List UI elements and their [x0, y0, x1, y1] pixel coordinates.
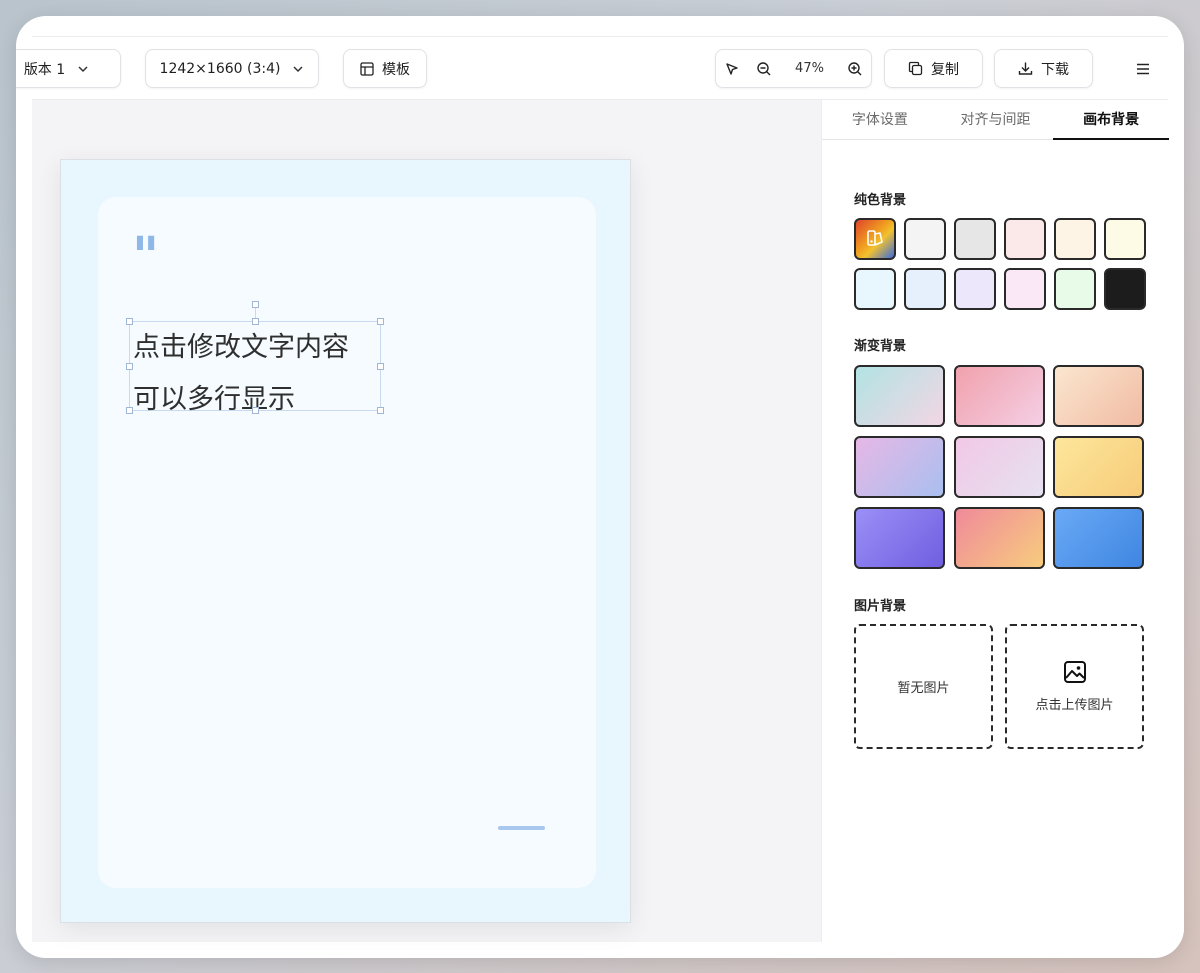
upload-image-label: 点击上传图片	[1035, 698, 1114, 713]
text-line-1[interactable]: 点击修改文字内容	[130, 322, 380, 374]
toolbar: 版本 1 1242×1660 (3:4) 模板 47% 复制 下载	[16, 37, 1168, 100]
resize-handle-mr[interactable]	[377, 363, 384, 370]
tab-align-spacing[interactable]: 对齐与间距	[938, 100, 1054, 139]
pointer-icon	[726, 62, 738, 75]
template-button[interactable]: 模板	[343, 49, 427, 88]
resize-handle-tm[interactable]	[252, 318, 259, 325]
zoom-out-icon	[757, 61, 771, 75]
solid-bg-title: 纯色背景	[854, 193, 907, 208]
gradient-bg-title: 渐变背景	[854, 339, 907, 354]
zoom-value: 47%	[795, 61, 824, 76]
solid-color-swatch[interactable]	[954, 268, 996, 310]
resize-handle-tr[interactable]	[377, 318, 384, 325]
version-select[interactable]: 版本 1	[16, 49, 121, 88]
zoom-in-icon	[848, 61, 862, 75]
copy-label: 复制	[931, 61, 959, 78]
size-select[interactable]: 1242×1660 (3:4)	[145, 49, 319, 88]
chevron-down-icon	[78, 65, 88, 72]
zoom-in-button[interactable]	[839, 50, 871, 87]
copy-icon	[908, 61, 923, 76]
no-image-placeholder: 暂无图片	[854, 624, 993, 749]
panel-tabs: 字体设置 对齐与间距 画布背景	[822, 100, 1169, 140]
resize-handle-bm[interactable]	[252, 407, 259, 414]
tab-font-settings[interactable]: 字体设置	[822, 100, 938, 139]
gradient-swatch[interactable]	[953, 365, 1045, 427]
rotate-handle[interactable]	[252, 301, 259, 308]
resize-handle-bl[interactable]	[126, 407, 133, 414]
no-image-label: 暂无图片	[897, 681, 950, 696]
solid-color-swatch[interactable]	[904, 218, 946, 260]
solid-color-swatch[interactable]	[1054, 268, 1096, 310]
custom-color-swatch[interactable]	[854, 218, 896, 260]
download-button[interactable]: 下载	[994, 49, 1093, 88]
solid-color-swatch[interactable]	[1004, 268, 1046, 310]
gradient-swatch[interactable]	[1053, 507, 1144, 569]
upload-image-button[interactable]: 点击上传图片	[1005, 624, 1144, 749]
gradient-swatch[interactable]	[1053, 365, 1144, 427]
solid-color-swatch[interactable]	[954, 218, 996, 260]
solid-color-swatch[interactable]	[854, 268, 896, 310]
download-label: 下载	[1041, 61, 1069, 78]
quote-mark: "	[132, 226, 160, 287]
image-bg-title: 图片背景	[854, 599, 907, 614]
resize-handle-ml[interactable]	[126, 363, 133, 370]
content-card[interactable]: " 点击修改文字内容 可以多行显示	[98, 197, 596, 888]
resize-handle-br[interactable]	[377, 407, 384, 414]
gradient-swatch[interactable]	[854, 365, 945, 427]
gradient-swatch[interactable]	[953, 436, 1045, 498]
solid-color-swatch[interactable]	[1104, 218, 1146, 260]
decorative-dash	[498, 826, 545, 830]
text-line-2[interactable]: 可以多行显示	[130, 374, 380, 426]
download-icon	[1018, 62, 1033, 75]
gradient-swatch[interactable]	[854, 436, 945, 498]
menu-button[interactable]	[1126, 49, 1160, 88]
pointer-tool-button[interactable]	[716, 50, 748, 87]
copy-button[interactable]: 复制	[884, 49, 983, 88]
layout-template-icon	[360, 61, 374, 76]
canvas-area: " 点击修改文字内容 可以多行显示	[32, 100, 821, 942]
tab-canvas-background[interactable]: 画布背景	[1053, 100, 1169, 140]
hamburger-menu-icon	[1137, 63, 1149, 74]
design-page[interactable]: " 点击修改文字内容 可以多行显示	[60, 159, 631, 923]
palette-icon	[867, 230, 883, 246]
settings-panel: 字体设置 对齐与间距 画布背景 纯色背景 渐变背景 图片背景 暂无图片 点击上传…	[821, 100, 1184, 942]
zoom-out-button[interactable]	[748, 50, 780, 87]
image-icon	[1063, 661, 1086, 683]
app-window: 版本 1 1242×1660 (3:4) 模板 47% 复制 下载 " 点击修改…	[16, 16, 1184, 958]
version-select-label: 版本 1	[23, 61, 66, 78]
solid-color-swatch[interactable]	[1004, 218, 1046, 260]
size-select-label: 1242×1660 (3:4)	[159, 60, 281, 77]
resize-handle-tl[interactable]	[126, 318, 133, 325]
solid-color-swatch[interactable]	[904, 268, 946, 310]
text-box-selected[interactable]: 点击修改文字内容 可以多行显示	[126, 301, 384, 415]
chevron-down-icon	[293, 65, 303, 72]
gradient-swatch[interactable]	[1053, 436, 1144, 498]
template-label: 模板	[382, 61, 410, 78]
solid-color-swatch[interactable]	[1104, 268, 1146, 310]
gradient-swatch[interactable]	[953, 507, 1045, 569]
gradient-swatch[interactable]	[854, 507, 945, 569]
zoom-controls: 47%	[715, 49, 872, 88]
solid-color-swatch[interactable]	[1054, 218, 1096, 260]
